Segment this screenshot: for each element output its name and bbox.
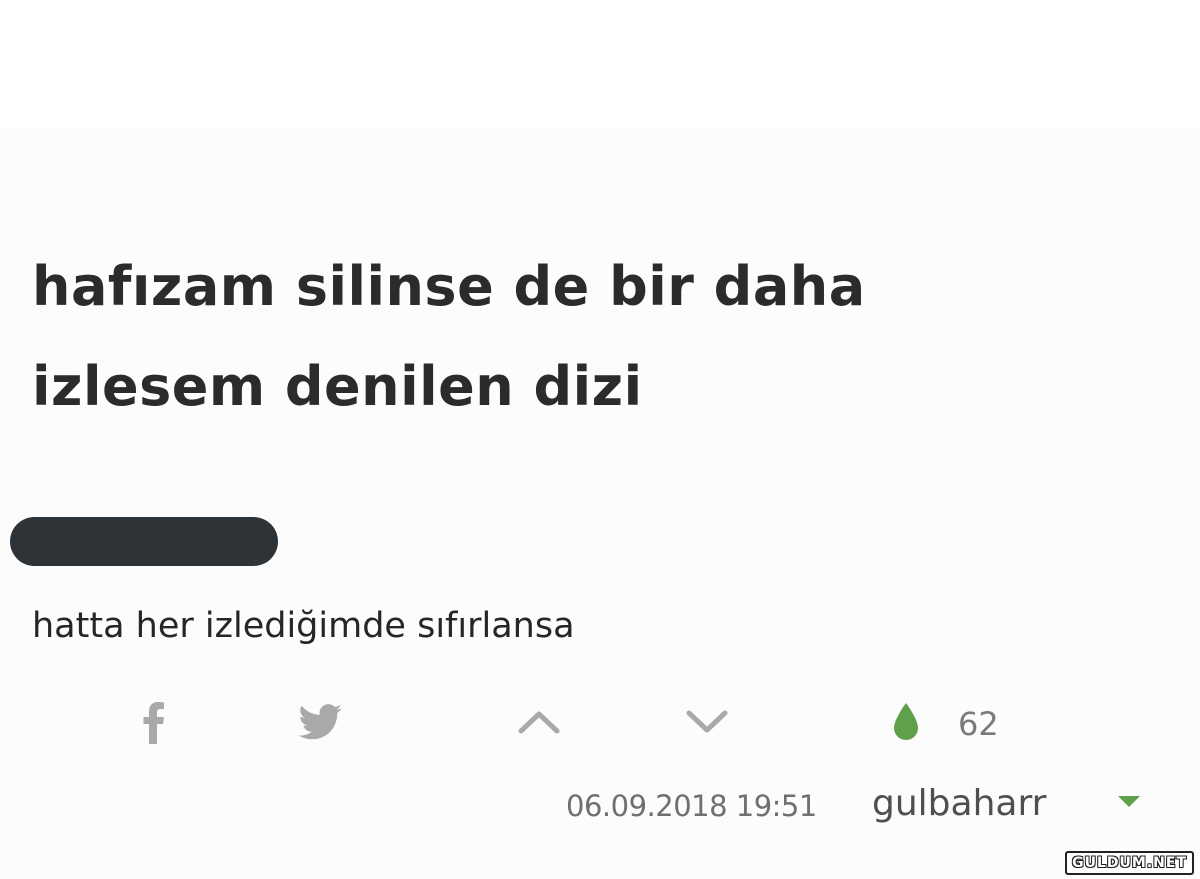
redacted-bar (10, 517, 278, 566)
entry-text: hatta her izlediğimde sıfırlansa (32, 606, 575, 646)
author-menu-caret-down-icon[interactable] (1113, 790, 1145, 812)
favorite-count[interactable]: 62 (958, 702, 999, 746)
topic-title-line-2: izlesem denilen dizi (32, 355, 643, 418)
facebook-share-icon[interactable] (136, 698, 172, 746)
entry-date[interactable]: 06.09.2018 19:51 (566, 786, 817, 826)
entry-author-link[interactable]: gulbaharr (872, 780, 1046, 828)
top-whitespace (0, 0, 1200, 128)
upvote-chevron-up-icon[interactable] (515, 706, 563, 738)
favorite-droplet-icon[interactable] (890, 701, 922, 743)
topic-title-line-1: hafızam silinse de bir daha (32, 255, 866, 318)
twitter-share-icon[interactable] (298, 700, 344, 744)
watermark-logo: GULDUM.NET (1065, 851, 1194, 875)
topic-title[interactable]: hafızam silinse de bir daha izlesem deni… (32, 237, 1032, 437)
downvote-chevron-down-icon[interactable] (683, 706, 731, 738)
